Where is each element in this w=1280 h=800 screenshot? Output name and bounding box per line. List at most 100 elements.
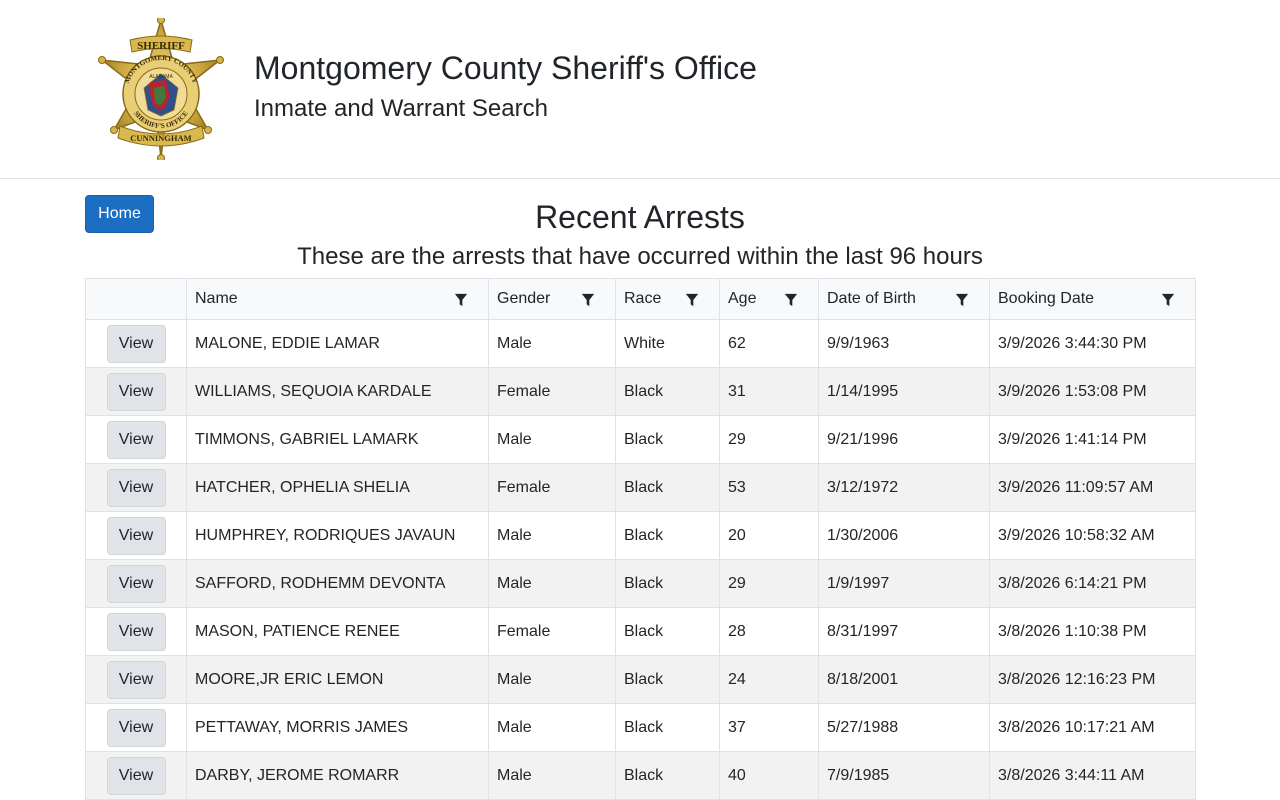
funnel-filter-icon[interactable] [581,293,595,307]
view-button[interactable]: View [106,468,166,507]
view-button[interactable]: View [106,372,166,411]
header-label: Gender [497,290,551,307]
cell-age: 29 [719,415,819,464]
cell-race: Black [615,511,720,560]
cell-age: 62 [719,319,819,368]
funnel-filter-icon[interactable] [1161,293,1175,307]
cell-race: Black [615,655,720,704]
cell-gender: Male [488,415,616,464]
view-button[interactable]: View [106,324,166,363]
cell-actions: View [85,319,187,368]
cell-gender: Female [488,463,616,512]
logo-inner-text: ALABAMA [149,74,173,80]
view-button[interactable]: View [106,516,166,555]
cell-booking-date: 3/9/2026 1:53:08 PM [989,367,1196,416]
funnel-filter-icon[interactable] [784,293,798,307]
cell-booking-date: 3/9/2026 10:58:32 AM [989,511,1196,560]
cell-dob: 1/30/2006 [818,511,990,560]
table-header-row: Name Gender Race Age Date of Birth Booki… [85,278,1196,320]
header-gender[interactable]: Gender [488,278,616,320]
header-age[interactable]: Age [719,278,819,320]
cell-dob: 7/9/1985 [818,751,990,800]
table-row: View WILLIAMS, SEQUOIA KARDALE Female Black… [85,367,1196,416]
view-button[interactable]: View [106,756,166,795]
cell-race: Black [615,463,720,512]
header-label: Booking Date [998,290,1095,307]
cell-race: White [615,319,720,368]
table-row: View SAFFORD, RODHEMM DEVONTA Male Black 29 1… [85,559,1196,608]
cell-name: HATCHER, OPHELIA SHELIA [186,463,489,512]
cell-dob: 9/9/1963 [818,319,990,368]
cell-actions: View [85,559,187,608]
cell-booking-date: 3/9/2026 3:44:30 PM [989,319,1196,368]
cell-booking-date: 3/9/2026 11:09:57 AM [989,463,1196,512]
header-booking-date[interactable]: Booking Date [989,278,1196,320]
cell-actions: View [85,703,187,752]
arrests-table-container: Name Gender Race Age Date of Birth Booki… [85,278,1196,800]
cell-name: HUMPHREY, RODRIQUES JAVAUN [186,511,489,560]
cell-gender: Male [488,751,616,800]
cell-name: SAFFORD, RODHEMM DEVONTA [186,559,489,608]
table-row: View HUMPHREY, RODRIQUES JAVAUN Male Black 2… [85,511,1196,560]
funnel-filter-icon[interactable] [955,293,969,307]
cell-age: 37 [719,703,819,752]
cell-booking-date: 3/8/2026 10:17:21 AM [989,703,1196,752]
logo-top-text: SHERIFF [137,40,185,52]
funnel-filter-icon[interactable] [685,293,699,307]
cell-dob: 8/31/1997 [818,607,990,656]
cell-dob: 3/12/1972 [818,463,990,512]
cell-actions: View [85,367,187,416]
table-row: View DARBY, JEROME ROMARR Male Black 40 7/9/1… [85,751,1196,800]
header-race[interactable]: Race [615,278,720,320]
cell-name: WILLIAMS, SEQUOIA KARDALE [186,367,489,416]
cell-gender: Male [488,703,616,752]
cell-gender: Male [488,655,616,704]
cell-age: 28 [719,607,819,656]
header-dob[interactable]: Date of Birth [818,278,990,320]
view-button[interactable]: View [106,708,166,747]
cell-booking-date: 3/8/2026 12:16:23 PM [989,655,1196,704]
cell-gender: Male [488,559,616,608]
site-subtitle: Inmate and Warrant Search [254,95,548,122]
view-button[interactable]: View [106,660,166,699]
view-button[interactable]: View [106,612,166,651]
cell-name: PETTAWAY, MORRIS JAMES [186,703,489,752]
cell-race: Black [615,367,720,416]
header-label: Name [195,290,238,307]
site-header: SHERIFF MONTGOMERY COUNTY SHERIFF'S OFFI… [0,0,1280,179]
cell-booking-date: 3/8/2026 3:44:11 AM [989,751,1196,800]
cell-actions: View [85,463,187,512]
cell-dob: 5/27/1988 [818,703,990,752]
cell-actions: View [85,415,187,464]
table-row: View PETTAWAY, MORRIS JAMES Male Black 37 5/2… [85,703,1196,752]
cell-dob: 9/21/1996 [818,415,990,464]
page-subtitle: These are the arrests that have occurred… [297,243,983,270]
header-actions [85,278,187,320]
view-button[interactable]: View [106,420,166,459]
cell-race: Black [615,415,720,464]
funnel-filter-icon[interactable] [454,293,468,307]
cell-actions: View [85,511,187,560]
header-titles: Montgomery County Sheriff's Office Inmat… [254,48,757,124]
header-label: Date of Birth [827,290,916,307]
cell-gender: Male [488,319,616,368]
sheriff-star-badge-icon: SHERIFF MONTGOMERY COUNTY SHERIFF'S OFFI… [98,18,224,160]
cell-gender: Female [488,367,616,416]
cell-gender: Male [488,511,616,560]
view-button[interactable]: View [106,564,166,603]
cell-age: 24 [719,655,819,704]
cell-name: MALONE, EDDIE LAMAR [186,319,489,368]
cell-race: Black [615,607,720,656]
cell-name: MASON, PATIENCE RENEE [186,607,489,656]
cell-age: 20 [719,511,819,560]
table-row: View HATCHER, OPHELIA SHELIA Female Black 53… [85,463,1196,512]
cell-actions: View [85,655,187,704]
cell-name: TIMMONS, GABRIEL LAMARK [186,415,489,464]
header-label: Race [624,290,662,307]
cell-dob: 8/18/2001 [818,655,990,704]
arrests-table: Name Gender Race Age Date of Birth Booki… [85,278,1196,800]
page-title: Recent Arrests [535,199,745,235]
cell-dob: 1/9/1997 [818,559,990,608]
cell-race: Black [615,559,720,608]
header-name[interactable]: Name [186,278,489,320]
